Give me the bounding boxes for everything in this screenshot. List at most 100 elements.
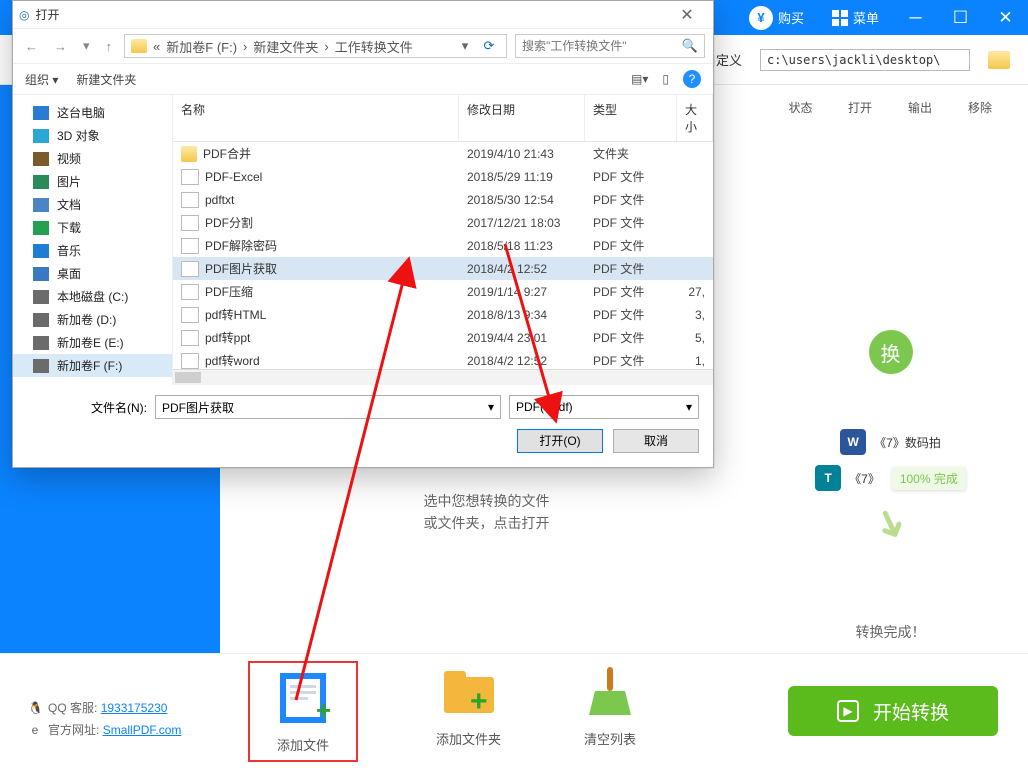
output-path-input[interactable]: c:\users\jackli\desktop\ — [760, 49, 970, 71]
drive-icon — [33, 198, 49, 212]
tree-node[interactable]: 视频 — [13, 147, 172, 170]
dialog-titlebar[interactable]: ◎ 打开 ✕ — [13, 1, 713, 29]
menu-button[interactable]: 菜单 — [818, 0, 893, 35]
pdf-icon — [181, 330, 199, 346]
filename-input[interactable]: PDF图片获取 ▾ — [155, 395, 501, 419]
tree-node[interactable]: 本地磁盘 (C:) — [13, 285, 172, 308]
chevron-down-icon[interactable]: ▾ — [686, 400, 692, 414]
organize-menu[interactable]: 组织 ▾ — [25, 71, 58, 88]
add-folder-button[interactable]: + 添加文件夹 — [436, 663, 501, 760]
start-convert-button[interactable]: ▶ 开始转换 — [788, 686, 998, 736]
refresh-icon[interactable]: ⟳ — [478, 38, 500, 54]
folder-icon — [131, 39, 147, 53]
tree-node[interactable]: 图片 — [13, 170, 172, 193]
menu-label: 菜单 — [853, 8, 879, 27]
file-row[interactable]: pdftxt2018/5/30 12:54PDF 文件 — [173, 188, 713, 211]
drive-icon — [33, 313, 49, 327]
horizontal-scrollbar[interactable] — [173, 369, 713, 385]
breadcrumb-seg-0[interactable]: 新加卷F (F:) — [166, 37, 237, 56]
file-row[interactable]: PDF图片获取2018/4/2 12:52PDF 文件 — [173, 257, 713, 280]
add-file-button[interactable]: + 添加文件 — [250, 663, 356, 760]
tree-node[interactable]: 文档 — [13, 193, 172, 216]
file-row[interactable]: PDF-Excel2018/5/29 11:19PDF 文件 — [173, 165, 713, 188]
dialog-close-button[interactable]: ✕ — [667, 5, 707, 25]
maximize-button[interactable]: ☐ — [938, 0, 983, 35]
file-row[interactable]: PDF分割2017/12/21 18:03PDF 文件 — [173, 211, 713, 234]
yen-icon: ¥ — [749, 6, 773, 30]
search-input[interactable] — [522, 39, 682, 53]
drive-icon — [33, 175, 49, 189]
grid-icon — [832, 10, 848, 26]
word-icon: W — [840, 429, 866, 455]
nav-back-button[interactable]: ← — [21, 39, 42, 54]
file-row[interactable]: PDF压缩2019/1/14 9:27PDF 文件27, — [173, 280, 713, 303]
add-file-icon: + — [274, 669, 332, 727]
breadcrumb-seg-2[interactable]: 工作转换文件 — [335, 37, 413, 56]
file-row[interactable]: pdf转ppt2019/4/4 23:01PDF 文件5, — [173, 326, 713, 349]
swap-icon: 换 — [869, 330, 913, 374]
drive-icon — [33, 359, 49, 373]
tree-node[interactable]: 新加卷 (D:) — [13, 308, 172, 331]
bottom-bar: 🐧QQ 客服: 1933175230 e官方网址: SmallPDF.com +… — [0, 653, 1028, 768]
buy-label: 购买 — [778, 8, 804, 27]
file-row[interactable]: PDF合并2019/4/10 21:43文件夹 — [173, 142, 713, 165]
tree-node[interactable]: 音乐 — [13, 239, 172, 262]
filename-label: 文件名(N): — [27, 399, 147, 416]
site-link[interactable]: SmallPDF.com — [103, 723, 182, 737]
qq-link[interactable]: 1933175230 — [101, 701, 168, 715]
cancel-button[interactable]: 取消 — [613, 429, 699, 453]
search-box[interactable]: 🔍 — [515, 34, 705, 58]
svg-text:+: + — [316, 695, 331, 725]
file-list-header[interactable]: 名称 修改日期 类型 大小 — [173, 95, 713, 142]
nav-recent-button[interactable]: ▾ — [79, 38, 94, 54]
preview-pane-button[interactable]: ▯ — [662, 72, 669, 86]
tree-node[interactable]: 新加卷E (E:) — [13, 331, 172, 354]
tree-node[interactable]: 下载 — [13, 216, 172, 239]
dialog-footer: 文件名(N): PDF图片获取 ▾ PDF(*.pdf) ▾ 打开(O) 取消 — [13, 385, 713, 467]
help-icon[interactable]: ? — [683, 70, 701, 88]
file-list: 名称 修改日期 类型 大小 PDF合并2019/4/10 21:43文件夹PDF… — [173, 95, 713, 385]
breadcrumb[interactable]: « 新加卷F (F:) › 新建文件夹 › 工作转换文件 ▾ ⟳ — [124, 34, 507, 58]
tree-node[interactable]: 这台电脑 — [13, 101, 172, 124]
drive-icon — [33, 290, 49, 304]
tree-node[interactable]: 3D 对象 — [13, 124, 172, 147]
browse-folder-icon[interactable] — [988, 51, 1010, 69]
pdf-icon — [181, 215, 199, 231]
nav-tree[interactable]: 这台电脑3D 对象视频图片文档下载音乐桌面本地磁盘 (C:)新加卷 (D:)新加… — [13, 95, 173, 385]
pdf-icon — [181, 353, 199, 369]
file-type-filter[interactable]: PDF(*.pdf) ▾ — [509, 395, 699, 419]
clear-list-button[interactable]: 清空列表 — [581, 663, 639, 760]
tree-node[interactable]: 新加卷F (F:) — [13, 354, 172, 377]
tree-node[interactable]: 桌面 — [13, 262, 172, 285]
close-button[interactable]: ✕ — [983, 0, 1028, 35]
pdf-icon — [181, 307, 199, 323]
chevron-down-icon[interactable]: ▾ — [488, 400, 494, 414]
breadcrumb-seg-1[interactable]: 新建文件夹 — [253, 37, 318, 56]
pdf-icon — [181, 284, 199, 300]
nav-forward-button[interactable]: → — [50, 39, 71, 54]
nav-up-button[interactable]: ↑ — [102, 39, 117, 54]
new-folder-button[interactable]: 新建文件夹 — [76, 71, 136, 88]
result-chip-1[interactable]: W 《7》数码拍 — [840, 429, 941, 455]
drive-icon — [33, 152, 49, 166]
column-headers: 状态 打开 输出 移除 — [753, 85, 1028, 122]
open-button[interactable]: 打开(O) — [517, 429, 603, 453]
drive-icon — [33, 336, 49, 350]
broom-icon — [581, 663, 639, 721]
minimize-button[interactable]: ─ — [893, 0, 938, 35]
buy-button[interactable]: ¥ 购买 — [735, 0, 818, 35]
file-open-dialog: ◎ 打开 ✕ ← → ▾ ↑ « 新加卷F (F:) › 新建文件夹 › 工作转… — [12, 0, 714, 468]
pdf-icon — [181, 261, 199, 277]
file-row[interactable]: PDF解除密码2018/5/18 11:23PDF 文件 — [173, 234, 713, 257]
ie-icon: e — [28, 719, 42, 741]
drive-icon — [33, 129, 49, 143]
file-row[interactable]: pdf转HTML2018/8/13 9:34PDF 文件3, — [173, 303, 713, 326]
result-chip-2[interactable]: T 《7》 100% 完成 — [815, 465, 966, 491]
dialog-command-bar: 组织 ▾ 新建文件夹 ▤▾ ▯ ? — [13, 63, 713, 95]
view-mode-button[interactable]: ▤▾ — [631, 72, 648, 86]
play-icon: ▶ — [837, 700, 859, 722]
folder-icon — [181, 146, 197, 162]
breadcrumb-dropdown-icon[interactable]: ▾ — [458, 38, 472, 54]
file-row[interactable]: pdf转word2018/4/2 12:52PDF 文件1, — [173, 349, 713, 369]
add-folder-icon: + — [440, 663, 498, 721]
